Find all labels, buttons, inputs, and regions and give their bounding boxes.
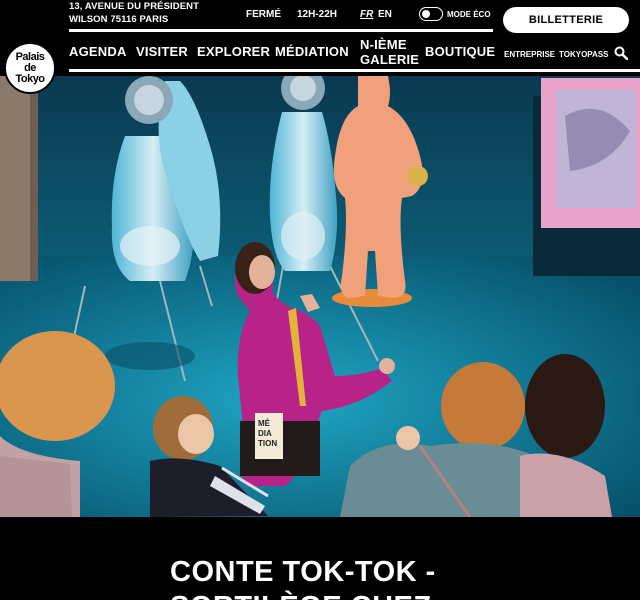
site-header: 13, AVENUE DU PRÉSIDENT WILSON 75116 PAR… bbox=[0, 0, 640, 76]
header-divider-bottom bbox=[69, 69, 640, 72]
badge-line-3: TION bbox=[258, 439, 277, 448]
nav-item-explorer[interactable]: EXPLORER bbox=[197, 44, 270, 59]
event-title-line-2: SORTILÈGE CHEZ bbox=[170, 591, 432, 600]
hero-photo-illustration: MÉ DIA TION bbox=[0, 76, 640, 517]
nav-galerie-line-2: GALERIE bbox=[360, 52, 420, 67]
nav-item-entreprise[interactable]: ENTREPRISE bbox=[504, 50, 555, 59]
header-divider-top bbox=[69, 29, 493, 32]
museum-address: 13, AVENUE DU PRÉSIDENT WILSON 75116 PAR… bbox=[69, 1, 199, 26]
opening-status: FERMÉ bbox=[246, 9, 281, 20]
nav-item-galerie[interactable]: N-IÈME GALERIE bbox=[360, 37, 419, 67]
nav-galerie-line-1: N-IÈME bbox=[360, 37, 407, 52]
opening-hours: 12H-22H bbox=[297, 9, 338, 20]
address-line-2: WILSON 75116 PARIS bbox=[69, 13, 169, 25]
nav-item-mediation[interactable]: MÉDIATION bbox=[275, 44, 349, 59]
eco-mode-label: MODE ÉCO bbox=[447, 9, 491, 19]
nav-item-agenda[interactable]: AGENDA bbox=[69, 44, 127, 59]
nav-item-visiter[interactable]: VISITER bbox=[136, 44, 188, 59]
badge-line-2: DIA bbox=[258, 429, 272, 438]
event-title-line-1: CONTE TOK-TOK - bbox=[170, 556, 436, 588]
badge-line-1: MÉ bbox=[258, 419, 271, 428]
nav-item-boutique[interactable]: BOUTIQUE bbox=[425, 44, 495, 59]
address-line-1: 13, AVENUE DU PRÉSIDENT bbox=[69, 1, 200, 12]
logo-word-2: de bbox=[24, 61, 36, 74]
logo-word-3: Tokyo bbox=[15, 72, 45, 85]
ticketing-button[interactable]: BILLETTERIE bbox=[503, 7, 629, 33]
nav-item-tokyopass[interactable]: TOKYOPASS bbox=[559, 50, 609, 59]
hero-image: MÉ DIA TION bbox=[0, 76, 640, 517]
eco-mode-toggle[interactable]: MODE ÉCO bbox=[419, 7, 491, 21]
toggle-switch-icon[interactable] bbox=[419, 7, 443, 21]
language-fr-link[interactable]: FR bbox=[360, 9, 373, 20]
logo-word-1: Palais bbox=[15, 50, 45, 63]
palais-de-tokyo-logo[interactable]: Palais de Tokyo bbox=[4, 42, 56, 94]
language-en-link[interactable]: EN bbox=[378, 9, 392, 20]
search-icon[interactable] bbox=[614, 46, 628, 60]
